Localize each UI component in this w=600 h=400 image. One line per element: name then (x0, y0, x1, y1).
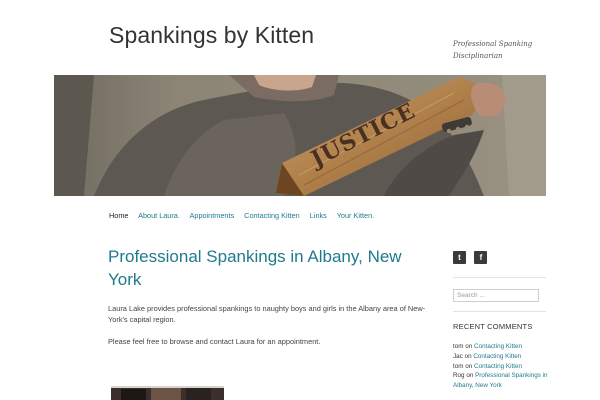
nav-item-contacting-kitten[interactable]: Contacting Kitten (244, 211, 300, 220)
search-input[interactable] (453, 289, 539, 302)
list-item: tom on Contacting Kitten (453, 362, 548, 372)
nav-item-your-kitten[interactable]: Your Kitten. (337, 211, 374, 220)
comment-on-word: on (464, 352, 472, 360)
comment-author: Jac (453, 352, 463, 360)
recent-comments-heading: RECENT COMMENTS (453, 322, 533, 331)
recent-comments-list: tom on Contacting Kitten Jac on Contacti… (453, 342, 548, 391)
sidebar-divider (453, 311, 546, 312)
comment-post-link[interactable]: Contacting Kitten (473, 353, 521, 360)
comment-post-link[interactable]: Contacting Kitten (474, 343, 522, 350)
facebook-icon[interactable]: f (474, 251, 488, 264)
header-image: JUSTICE (54, 75, 546, 196)
comment-on-word: on (465, 362, 473, 370)
comment-author: Rog (453, 372, 465, 380)
post-image (111, 386, 224, 400)
list-item: Jac on Contacting Kitten (453, 352, 548, 362)
list-item: Rog on Professional Spankings in Albany,… (453, 371, 548, 391)
comment-author: tom (453, 343, 464, 350)
nav-item-home[interactable]: Home (109, 211, 128, 220)
post-paragraph: Laura Lake provides professional spankin… (108, 304, 426, 324)
main-navigation: Home About Laura. Appointments Contactin… (109, 211, 382, 220)
nav-item-links[interactable]: Links (310, 211, 327, 220)
post-paragraph: Please feel free to browse and contact L… (108, 337, 321, 346)
twitter-icon[interactable]: t (453, 251, 466, 264)
nav-item-about-laura[interactable]: About Laura. (138, 211, 180, 220)
comment-on-word: on (466, 372, 474, 380)
social-links: t f (453, 251, 491, 269)
sidebar-divider (453, 277, 546, 278)
site-tagline: Professional Spanking Disciplinarian (453, 40, 533, 60)
comment-post-link[interactable]: Contacting Kitten (474, 363, 522, 370)
post-title[interactable]: Professional Spankings in Albany, New Yo… (108, 245, 428, 291)
site-title[interactable]: Spankings by Kitten (109, 22, 314, 49)
comment-on-word: on (465, 343, 473, 350)
list-item: tom on Contacting Kitten (453, 342, 548, 352)
nav-item-appointments[interactable]: Appointments (190, 211, 235, 220)
comment-author: tom (453, 362, 464, 370)
